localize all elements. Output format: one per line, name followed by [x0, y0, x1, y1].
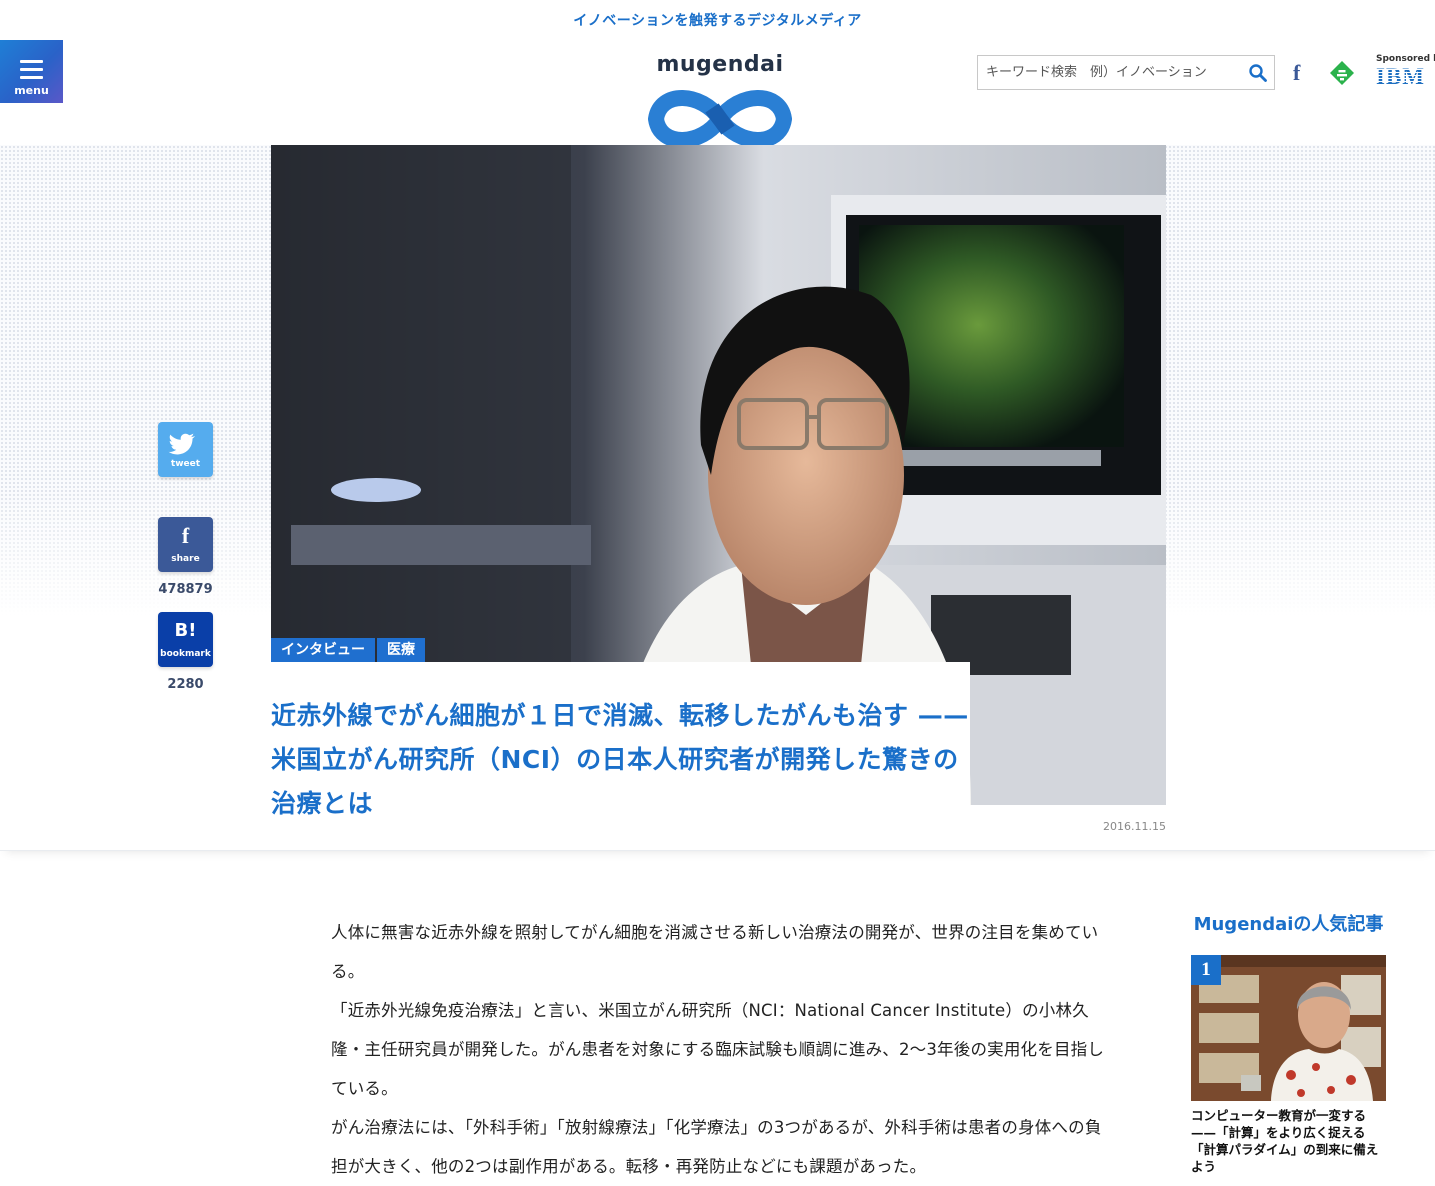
site-tagline: イノベーションを触発するデジタルメディア — [573, 13, 862, 29]
search-icon[interactable] — [1248, 63, 1268, 83]
tweet-button[interactable]: tweet — [158, 422, 213, 477]
feedly-icon[interactable] — [1328, 59, 1356, 87]
logo-wordmark: mugendai — [656, 52, 784, 77]
tweet-label: tweet — [170, 459, 201, 469]
article-paragraph: 人体に無害な近赤外線を照射してがん細胞を消滅させる新しい治療法の開発が、世界の注… — [331, 923, 1099, 981]
article-date: 2016.11.15 — [1103, 820, 1166, 833]
category-tag-medical[interactable]: 医療 — [377, 638, 425, 662]
sponsor-block[interactable]: Sponsored by IBM — [1376, 54, 1435, 90]
popular-articles-heading: Mugendaiの人気記事 — [1193, 914, 1384, 935]
hatena-bookmark-count: 2280 — [167, 677, 204, 692]
facebook-share-count: 478879 — [158, 582, 213, 597]
twitter-icon — [168, 433, 195, 455]
rank-number: 1 — [1191, 955, 1221, 985]
ibm-logo: IBM — [1376, 64, 1435, 90]
article-paragraph: 「近赤外光線免疫治療法」と言い、米国立がん研究所（NCI：National Ca… — [331, 1001, 1105, 1098]
menu-label: menu — [14, 84, 49, 97]
facebook-share-button[interactable]: f share — [158, 517, 213, 572]
sponsored-by-label: Sponsored by — [1376, 54, 1435, 64]
article-title: 近赤外線でがん細胞が１日で消滅、転移したがんも治す ——米国立がん研究所（NCI… — [271, 701, 969, 818]
category-tags: インタビュー 医療 — [271, 638, 427, 662]
facebook-share[interactable]: f share 478879 — [158, 517, 213, 597]
hatena-icon: B! — [174, 620, 197, 641]
article-title-box: 近赤外線でがん細胞が１日で消滅、転移したがんも治す ——米国立がん研究所（NCI… — [271, 662, 970, 842]
facebook-share-icon: f — [181, 523, 190, 548]
popular-article-thumbnail[interactable]: 1 — [1191, 955, 1386, 1101]
article-body: 人体に無害な近赤外線を照射してがん細胞を消滅させる新しい治療法の開発が、世界の注… — [331, 913, 1111, 1186]
popular-article-title[interactable]: コンピューター教育が一変する——「計算」をより広く捉える「計算パラダイム」の到来… — [1191, 1107, 1386, 1175]
menu-button[interactable]: menu — [0, 40, 63, 103]
hatena-bookmark-button[interactable]: B! bookmark — [158, 612, 213, 667]
share-label: share — [171, 554, 200, 564]
facebook-icon[interactable]: f — [1293, 60, 1300, 86]
menu-icon — [20, 60, 43, 84]
search-box[interactable] — [977, 55, 1275, 90]
twitter-share[interactable]: tweet — [158, 422, 213, 477]
popular-article-card[interactable]: 1 コンピューター教育が一変する——「計算」をより広く捉える「計算パラダイム」の… — [1191, 955, 1386, 1175]
category-tag-interview[interactable]: インタビュー — [271, 638, 375, 662]
search-input[interactable] — [978, 56, 1240, 89]
hatena-bookmark[interactable]: B! bookmark 2280 — [158, 612, 213, 692]
bookmark-label: bookmark — [160, 649, 211, 659]
article-paragraph: がん治療法には、「外科手術」「放射線療法」「化学療法」の3つがあるが、外科手術は… — [331, 1118, 1102, 1176]
